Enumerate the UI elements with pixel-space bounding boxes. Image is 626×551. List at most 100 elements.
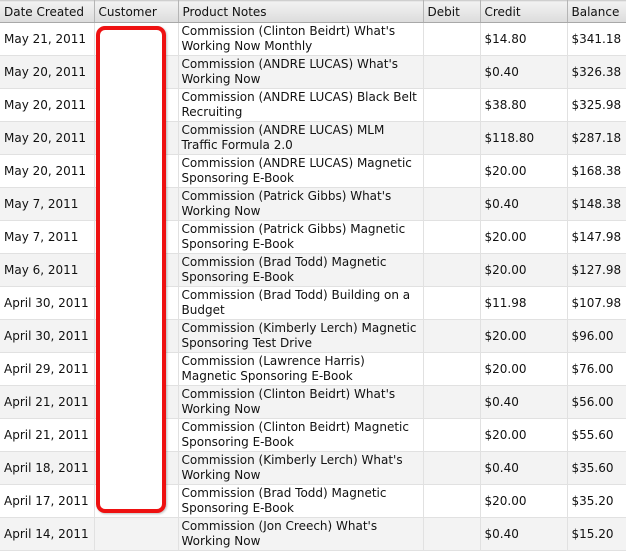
table-row: May 7, 2011 Commission (Patrick Gibbs) Ma… <box>0 220 626 254</box>
balance-cell: $35.20 <box>567 484 626 518</box>
table-row: May 20, 2011 Commission (ANDRE LUCAS) Mag… <box>0 154 626 188</box>
balance-cell: $168.38 <box>567 154 626 188</box>
credit-cell: $20.00 <box>480 319 568 353</box>
product-notes-cell: Commission (Kimberly Lerch) Magnetic Spo… <box>178 319 424 353</box>
credit-cell: $0.40 <box>480 55 568 89</box>
balance-cell: $127.98 <box>567 253 626 287</box>
date-cell: May 6, 2011 <box>0 253 95 287</box>
date-cell: April 21, 2011 <box>0 385 95 419</box>
credit-cell: $118.80 <box>480 121 568 155</box>
product-notes-cell: Commission (Kimberly Lerch) What's Worki… <box>178 451 424 485</box>
table-row: May 20, 2011 Commission (ANDRE LUCAS) MLM… <box>0 121 626 155</box>
date-cell: May 7, 2011 <box>0 220 95 254</box>
balance-cell: $341.18 <box>567 22 626 56</box>
column-header-customer[interactable]: Customer <box>94 0 179 23</box>
product-notes-cell: Commission (Brad Todd) Building on a Bud… <box>178 286 424 320</box>
table-row: April 18, 2011 Commission (Kimberly Lerch… <box>0 451 626 485</box>
debit-cell <box>423 418 481 452</box>
column-header-balance[interactable]: Balance <box>567 0 626 23</box>
product-notes-cell: Commission (Lawrence Harris) Magnetic Sp… <box>178 352 424 386</box>
balance-cell: $287.18 <box>567 121 626 155</box>
date-cell: April 30, 2011 <box>0 286 95 320</box>
product-notes-cell: Commission (Clinton Beidrt) What's Worki… <box>178 385 424 419</box>
date-cell: May 20, 2011 <box>0 88 95 122</box>
table-row: April 21, 2011 Commission (Clinton Beidrt… <box>0 385 626 419</box>
credit-cell: $11.98 <box>480 286 568 320</box>
balance-cell: $325.98 <box>567 88 626 122</box>
product-notes-cell: Commission (ANDRE LUCAS) Black Belt Recr… <box>178 88 424 122</box>
header-row: Date Created Customer Product Notes Debi… <box>0 0 626 23</box>
balance-cell: $96.00 <box>567 319 626 353</box>
debit-cell <box>423 484 481 518</box>
credit-cell: $0.40 <box>480 451 568 485</box>
product-notes-cell: Commission (Brad Todd) Magnetic Sponsori… <box>178 484 424 518</box>
credit-cell: $0.40 <box>480 517 568 551</box>
credit-cell: $20.00 <box>480 154 568 188</box>
credit-cell: $0.40 <box>480 385 568 419</box>
balance-cell: $147.98 <box>567 220 626 254</box>
balance-cell: $148.38 <box>567 187 626 221</box>
table-row: May 7, 2011 Commission (Patrick Gibbs) Wh… <box>0 187 626 221</box>
debit-cell <box>423 22 481 56</box>
table-row: April 21, 2011 Commission (Clinton Beidrt… <box>0 418 626 452</box>
date-cell: May 20, 2011 <box>0 121 95 155</box>
table-row: April 14, 2011 Commission (Jon Creech) Wh… <box>0 517 626 551</box>
product-notes-cell: Commission (Brad Todd) Magnetic Sponsori… <box>178 253 424 287</box>
debit-cell <box>423 451 481 485</box>
column-header-credit[interactable]: Credit <box>480 0 568 23</box>
customer-cell <box>94 517 179 551</box>
credit-cell: $20.00 <box>480 418 568 452</box>
commission-ledger-table: Date Created Customer Product Notes Debi… <box>0 0 626 551</box>
table-row: April 30, 2011 Commission (Brad Todd) Bui… <box>0 286 626 320</box>
balance-cell: $76.00 <box>567 352 626 386</box>
product-notes-cell: Commission (Patrick Gibbs) What's Workin… <box>178 187 424 221</box>
date-cell: April 30, 2011 <box>0 319 95 353</box>
product-notes-cell: Commission (Clinton Beidrt) What's Worki… <box>178 22 424 56</box>
credit-cell: $38.80 <box>480 88 568 122</box>
table-row: May 6, 2011 Commission (Brad Todd) Magnet… <box>0 253 626 287</box>
credit-cell: $20.00 <box>480 484 568 518</box>
table-row: May 20, 2011 Commission (ANDRE LUCAS) Bla… <box>0 88 626 122</box>
product-notes-cell: Commission (ANDRE LUCAS) MLM Traffic For… <box>178 121 424 155</box>
date-cell: May 20, 2011 <box>0 154 95 188</box>
product-notes-cell: Commission (Clinton Beidrt) Magnetic Spo… <box>178 418 424 452</box>
debit-cell <box>423 55 481 89</box>
date-cell: April 21, 2011 <box>0 418 95 452</box>
balance-cell: $55.60 <box>567 418 626 452</box>
date-cell: May 21, 2011 <box>0 22 95 56</box>
column-header-debit[interactable]: Debit <box>423 0 481 23</box>
debit-cell <box>423 220 481 254</box>
balance-cell: $35.60 <box>567 451 626 485</box>
product-notes-cell: Commission (Patrick Gibbs) Magnetic Spon… <box>178 220 424 254</box>
customer-redaction-box <box>96 26 166 513</box>
debit-cell <box>423 154 481 188</box>
table-row: May 20, 2011 Commission (ANDRE LUCAS) Wha… <box>0 55 626 89</box>
table-row: April 29, 2011 Commission (Lawrence Harri… <box>0 352 626 386</box>
debit-cell <box>423 286 481 320</box>
debit-cell <box>423 121 481 155</box>
date-cell: May 7, 2011 <box>0 187 95 221</box>
debit-cell <box>423 88 481 122</box>
date-cell: April 17, 2011 <box>0 484 95 518</box>
debit-cell <box>423 352 481 386</box>
date-cell: May 20, 2011 <box>0 55 95 89</box>
date-cell: April 14, 2011 <box>0 517 95 551</box>
debit-cell <box>423 385 481 419</box>
balance-cell: $107.98 <box>567 286 626 320</box>
balance-cell: $56.00 <box>567 385 626 419</box>
debit-cell <box>423 187 481 221</box>
product-notes-cell: Commission (ANDRE LUCAS) What's Working … <box>178 55 424 89</box>
debit-cell <box>423 319 481 353</box>
debit-cell <box>423 517 481 551</box>
credit-cell: $0.40 <box>480 187 568 221</box>
debit-cell <box>423 253 481 287</box>
date-cell: April 29, 2011 <box>0 352 95 386</box>
table-row: May 21, 2011 Commission (Clinton Beidrt) … <box>0 22 626 56</box>
credit-cell: $20.00 <box>480 352 568 386</box>
column-header-product-notes[interactable]: Product Notes <box>178 0 424 23</box>
table-row: April 17, 2011 Commission (Brad Todd) Mag… <box>0 484 626 518</box>
balance-cell: $326.38 <box>567 55 626 89</box>
credit-cell: $14.80 <box>480 22 568 56</box>
credit-cell: $20.00 <box>480 253 568 287</box>
column-header-date-created[interactable]: Date Created <box>0 0 95 23</box>
